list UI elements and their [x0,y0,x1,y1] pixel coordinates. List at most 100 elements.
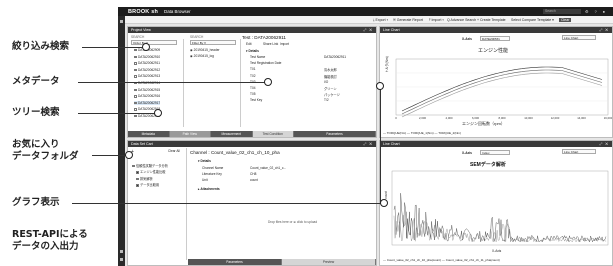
file-item[interactable]: DATA20062915 [134,88,160,92]
divider [183,39,184,127]
series-line [393,193,607,243]
channel-value[interactable]: count [250,178,258,182]
order-by-select[interactable]: Order By ▾ [131,40,177,45]
metadata-key: Test Registration Date [250,61,282,66]
annotation-favorite-folder-line1: お気に入り [12,139,60,150]
grid-icon[interactable] [120,20,123,23]
file-item[interactable]: DATA20062911 [134,61,160,65]
metadata-value[interactable]: 機能検討 [324,74,337,79]
cart-folder-item[interactable]: 排気解析 [136,176,153,181]
metadata-value[interactable]: パッケージ [324,92,340,97]
folder-icon [132,164,135,168]
file-item[interactable]: DATA20062917 [134,100,161,105]
tab-path-view[interactable]: Path View [169,131,211,137]
clear-template-button[interactable]: Clear [559,18,572,22]
channel-value[interactable]: Count_value_02_ch1_c... [250,166,286,170]
channel-key: Channel Name [202,166,224,170]
file-item-label: DATA20062916 [138,94,161,99]
channel-key: Unit [202,178,208,182]
panel-controls[interactable]: ⤢ ✕ [363,141,373,147]
channel-value[interactable]: CH8 [250,172,256,176]
marker-dot [125,151,133,159]
metadata-action-button[interactable]: Share Link [263,42,278,46]
metadata-value[interactable]: グリーン [324,86,337,91]
annotation-tree-search: ツリー検索 [12,107,60,118]
cart-folder-item[interactable]: 信頼性試験データ分析 [132,163,168,168]
channel-title: Channel : Count_value_02_ch1_ch_10_pha [190,150,280,155]
annotation-favorite-folder: お気に入り データフォルダ [12,139,79,163]
expand-icon[interactable] [120,258,123,261]
file-item[interactable]: DATA20062910 [134,55,160,59]
data-set-cart-title: Data Set Cart [131,142,153,146]
leader-line [78,113,156,114]
x-tick-label: 16,000 [604,116,613,120]
x-tick-label: 10,000 [524,116,533,120]
search-label-left: SEARCH [131,35,145,39]
metadata-value[interactable]: I/O [324,80,328,84]
leader-line [92,155,127,156]
metadata-value[interactable]: 清水太郎 [324,67,337,72]
folder-icon [134,68,137,72]
details-section[interactable]: ▾ Details [246,49,259,53]
tab-preview[interactable]: Preview [282,259,376,265]
file-item-label: DATA20062910 [138,54,161,59]
app-logo: BROOK sh [128,8,159,15]
metadata-value[interactable]: T/2 [324,98,329,102]
project-view-header: Project View ⤢ ✕ [128,27,376,33]
settings-icon[interactable] [120,250,123,253]
file-item[interactable]: DATA20062912 [134,68,160,72]
panel-controls[interactable]: ⤢ ✕ [363,27,373,33]
upload-dropzone[interactable]: Drop files here or ⊕ click to upload [268,220,317,224]
cart-folder-label: 排気解析 [140,176,153,181]
top-bar: BROOK sh Data Browser Search ⚙ ? ● ▾ [118,7,613,19]
x-tick-label: 8,000 [499,116,506,120]
search-label-right: SEARCH [190,35,204,39]
x-tick-label: 0 [395,116,397,120]
tab-parameters[interactable]: Parameters [294,131,376,137]
file-item-label: DATA20062911 [138,61,160,66]
cart-folder-item[interactable]: エンジン性能比較 [136,169,166,174]
folder-icon [134,95,137,98]
top-line-chart-panel: Line Chart ⤢ ✕ Line Chart X-Axis DATE20PM… [379,26,613,138]
x-tick-label: 14,000 [577,116,586,120]
tab-channel-parameters[interactable]: Parameters [188,259,282,265]
filter-result-item[interactable]: ◉ 20190415_log [190,54,214,58]
main-toolbar: ⤓ Export ▾ 🗎 Generate Report ⤒ Import ▾ … [125,16,613,24]
generate-report-button[interactable]: 🗎 Generate Report [393,18,423,24]
metadata-action-button[interactable]: Edit [246,42,252,46]
leader-line [72,203,382,204]
channel-tabs: Parameters Preview [188,259,376,265]
tab-metadata[interactable]: Metadata [128,131,170,137]
select-template-dropdown[interactable]: Select Compare Template ▾ [511,18,554,22]
marker-dot [264,78,272,86]
leader-line [380,86,381,203]
tab-test-condition[interactable]: Test Condition [252,131,294,137]
import-button[interactable]: ⤒ Import ▾ [429,18,444,22]
metadata-action-button[interactable]: Import [280,42,289,46]
folder-icon [134,114,137,118]
file-item[interactable]: DATA20062916 [134,94,160,98]
advance-search-button[interactable]: Q Advance Search [447,18,476,22]
export-button[interactable]: ⤓ Export ▾ [373,18,388,22]
filter-result-item[interactable]: ◉ 20190415_header [190,48,220,52]
left-rail [118,16,125,266]
attachments-section[interactable]: ▸ Attachments [198,187,220,191]
metadata-key: Test Name [250,55,266,59]
file-item-label: DATA20062917 [138,100,161,105]
chart-legend: — TORQUE(Nm) — TORQUE_1(Nm) — TORQUE_2(N… [383,131,462,135]
channel-details-section[interactable]: ▾ Details [198,159,211,163]
x-tick-label: 2,000 [419,116,426,120]
marker-dot [154,109,162,117]
global-search-input[interactable]: Search [543,9,581,14]
create-template-button[interactable]: + Create Template [477,18,506,22]
clear-all-button[interactable]: Clear All [168,149,180,153]
metadata-value[interactable]: DATA20062911 [324,55,346,59]
channel-key: Literature Key [202,172,222,176]
annotation-metadata: メタデータ [12,76,60,87]
tab-measurement[interactable]: Measurement [211,131,253,137]
filter-by-select[interactable]: Filter By ▾ [190,40,236,45]
cart-folder-item[interactable]: データ比較用 [136,182,159,187]
marker-dot [380,199,388,207]
file-item[interactable]: DATA20062913 [134,74,160,78]
annotation-graph: グラフ表示 [12,197,60,208]
